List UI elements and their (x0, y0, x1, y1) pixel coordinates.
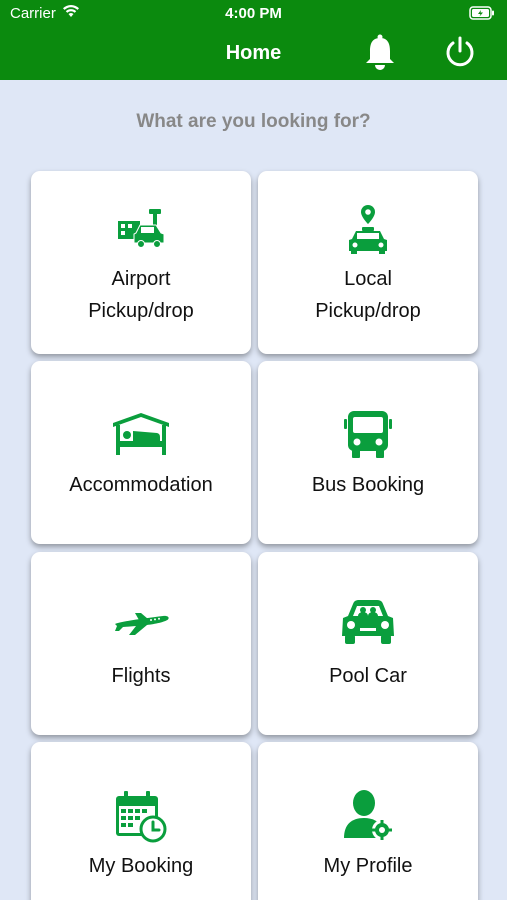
tile-label: Flights (111, 665, 171, 687)
tile-label: My Profile (323, 855, 413, 877)
tile-label: Bus Booking (311, 474, 425, 496)
bus-icon (258, 409, 478, 464)
tile-label: Airport (111, 268, 171, 290)
service-grid: Airport Pickup/drop Local Pickup/drop Ac… (0, 0, 507, 900)
calendar-clock-icon (31, 790, 251, 849)
taxi-location-icon (258, 203, 478, 260)
tile-local-pickup[interactable]: Local Pickup/drop (258, 171, 478, 354)
tile-label-2: Pickup/drop (315, 300, 421, 322)
tile-label: Local (344, 268, 392, 290)
tile-my-booking[interactable]: My Booking (31, 742, 251, 900)
user-settings-icon (258, 788, 478, 847)
airport-car-icon (31, 207, 251, 254)
tile-label: My Booking (88, 855, 194, 877)
tile-label: Accommodation (69, 474, 213, 496)
tile-flights[interactable]: Flights (31, 552, 251, 735)
tile-accommodation[interactable]: Accommodation (31, 361, 251, 544)
car-icon (258, 598, 478, 651)
tile-label-2: Pickup/drop (88, 300, 194, 322)
airplane-icon (31, 610, 251, 643)
hotel-bed-icon (31, 411, 251, 462)
tile-airport-pickup[interactable]: Airport Pickup/drop (31, 171, 251, 354)
tile-bus-booking[interactable]: Bus Booking (258, 361, 478, 544)
tile-pool-car[interactable]: Pool Car (258, 552, 478, 735)
tile-my-profile[interactable]: My Profile (258, 742, 478, 900)
tile-label: Pool Car (329, 665, 407, 687)
